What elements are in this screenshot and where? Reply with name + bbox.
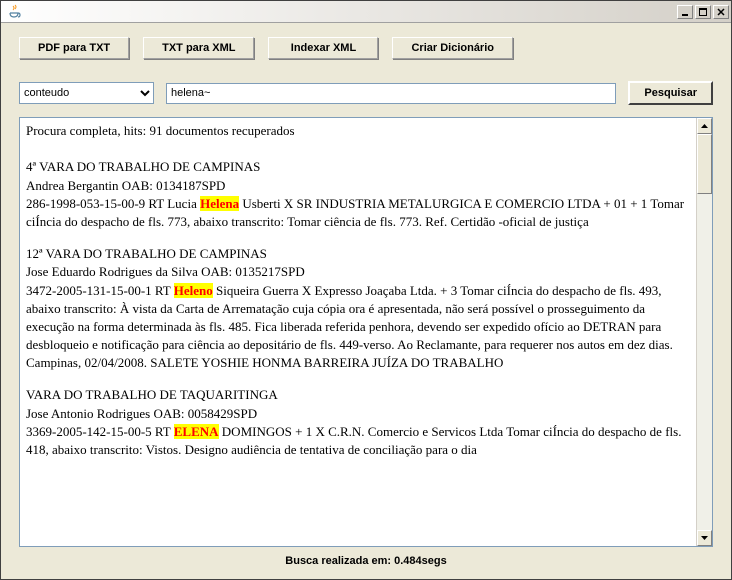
minimize-button[interactable] xyxy=(677,5,693,19)
scroll-thumb[interactable] xyxy=(697,134,712,194)
close-button[interactable] xyxy=(713,5,729,19)
app-window: PDF para TXT TXT para XML Indexar XML Cr… xyxy=(0,0,732,580)
results-summary: Procura completa, hits: 91 documentos re… xyxy=(26,122,690,140)
result-header: 4ª VARA DO TRABALHO DE CAMPINAS xyxy=(26,158,690,176)
result-block: 12ª VARA DO TRABALHO DE CAMPINAS Jose Ed… xyxy=(26,245,690,372)
results-text: Procura completa, hits: 91 documentos re… xyxy=(20,118,696,546)
content-area: PDF para TXT TXT para XML Indexar XML Cr… xyxy=(1,23,731,579)
search-input[interactable] xyxy=(166,83,616,104)
scroll-up-arrow[interactable] xyxy=(697,118,712,134)
results-panel: Procura completa, hits: 91 documentos re… xyxy=(19,117,713,547)
maximize-button[interactable] xyxy=(695,5,711,19)
result-case: 3369-2005-142-15-00-5 RT ELENA DOMINGOS … xyxy=(26,423,690,459)
result-case: 286-1998-053-15-00-9 RT Lucia Helena Usb… xyxy=(26,195,690,231)
field-select[interactable]: conteudo xyxy=(19,82,154,104)
txt-to-xml-button[interactable]: TXT para XML xyxy=(143,37,254,59)
result-lawyer: Jose Eduardo Rodrigues da Silva OAB: 013… xyxy=(26,263,690,281)
scroll-track[interactable] xyxy=(697,134,712,530)
result-lawyer: Andrea Bergantin OAB: 0134187SPD xyxy=(26,177,690,195)
search-highlight: ELENA xyxy=(174,424,219,439)
scroll-down-arrow[interactable] xyxy=(697,530,712,546)
result-header: VARA DO TRABALHO DE TAQUARITINGA xyxy=(26,386,690,404)
result-block: 4ª VARA DO TRABALHO DE CAMPINAS Andrea B… xyxy=(26,158,690,231)
titlebar xyxy=(1,1,731,23)
result-case: 3472-2005-131-15-00-1 RT Heleno Siqueira… xyxy=(26,282,690,373)
toolbar: PDF para TXT TXT para XML Indexar XML Cr… xyxy=(19,37,713,59)
result-header: 12ª VARA DO TRABALHO DE CAMPINAS xyxy=(26,245,690,263)
search-button[interactable]: Pesquisar xyxy=(628,81,713,105)
java-icon xyxy=(7,4,23,20)
result-block: VARA DO TRABALHO DE TAQUARITINGA Jose An… xyxy=(26,386,690,459)
result-lawyer: Jose Antonio Rodrigues OAB: 0058429SPD xyxy=(26,405,690,423)
scrollbar[interactable] xyxy=(696,118,712,546)
create-dict-button[interactable]: Criar Dicionário xyxy=(392,37,513,59)
index-xml-button[interactable]: Indexar XML xyxy=(268,37,378,59)
search-highlight: Heleno xyxy=(174,283,213,298)
status-bar: Busca realizada em: 0.484segs xyxy=(19,547,713,571)
pdf-to-txt-button[interactable]: PDF para TXT xyxy=(19,37,129,59)
search-row: conteudo Pesquisar xyxy=(19,81,713,105)
search-highlight: Helena xyxy=(200,196,239,211)
